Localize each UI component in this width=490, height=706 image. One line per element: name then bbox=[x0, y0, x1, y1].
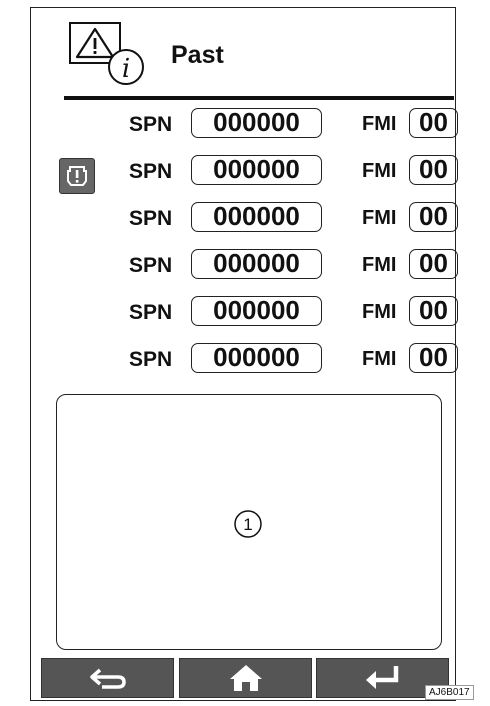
engine-alert-icon bbox=[67, 166, 87, 186]
fault-code-row[interactable]: SPN 000000 FMI 00 bbox=[129, 247, 458, 283]
fmi-label: FMI bbox=[362, 301, 397, 323]
fault-code-row[interactable]: SPN 000000 FMI 00 bbox=[129, 294, 458, 330]
fmi-value: 00 bbox=[409, 343, 458, 373]
fmi-value: 00 bbox=[409, 202, 458, 232]
enter-arrow-icon bbox=[365, 666, 398, 689]
spn-value: 000000 bbox=[191, 249, 322, 279]
bottom-nav bbox=[41, 658, 449, 698]
display-screen: i Past SPN 000000 FMI 00 SPN 000000 FMI … bbox=[30, 7, 458, 701]
figure-code-label: AJ6B017 bbox=[425, 685, 474, 700]
spn-value: 000000 bbox=[191, 202, 322, 232]
spn-value: 000000 bbox=[191, 296, 322, 326]
fmi-label: FMI bbox=[362, 254, 397, 276]
svg-text:i: i bbox=[122, 54, 130, 84]
fmi-value: 00 bbox=[409, 249, 458, 279]
spn-value: 000000 bbox=[191, 108, 322, 138]
fmi-value: 00 bbox=[409, 155, 458, 185]
callout-number: 1 bbox=[243, 515, 252, 534]
fault-code-row[interactable]: SPN 000000 FMI 00 bbox=[129, 341, 458, 377]
fmi-label: FMI bbox=[362, 348, 397, 370]
fmi-value: 00 bbox=[409, 108, 458, 138]
back-arrow-icon bbox=[89, 668, 126, 689]
back-button[interactable] bbox=[41, 658, 174, 698]
info-circle-icon: i bbox=[108, 49, 144, 85]
fmi-label: FMI bbox=[362, 207, 397, 229]
detail-panel: 1 bbox=[56, 394, 442, 650]
fault-code-row[interactable]: SPN 000000 FMI 00 bbox=[129, 106, 458, 142]
spn-label: SPN bbox=[129, 348, 173, 371]
home-button[interactable] bbox=[179, 658, 312, 698]
engine-alert-button[interactable] bbox=[59, 158, 95, 194]
spn-value: 000000 bbox=[191, 343, 322, 373]
spn-label: SPN bbox=[129, 301, 173, 324]
spn-label: SPN bbox=[129, 254, 173, 277]
callout-marker: 1 bbox=[234, 510, 262, 538]
home-icon bbox=[229, 665, 262, 691]
fmi-label: FMI bbox=[362, 113, 397, 135]
fault-code-row[interactable]: SPN 000000 FMI 00 bbox=[129, 153, 458, 189]
spn-label: SPN bbox=[129, 160, 173, 183]
fault-code-row[interactable]: SPN 000000 FMI 00 bbox=[129, 200, 458, 236]
page-title: Past bbox=[171, 41, 224, 69]
spn-value: 000000 bbox=[191, 155, 322, 185]
header: i Past bbox=[31, 8, 455, 100]
fmi-value: 00 bbox=[409, 296, 458, 326]
spn-label: SPN bbox=[129, 207, 173, 230]
spn-label: SPN bbox=[129, 113, 173, 136]
header-divider bbox=[64, 96, 454, 100]
fmi-label: FMI bbox=[362, 160, 397, 182]
